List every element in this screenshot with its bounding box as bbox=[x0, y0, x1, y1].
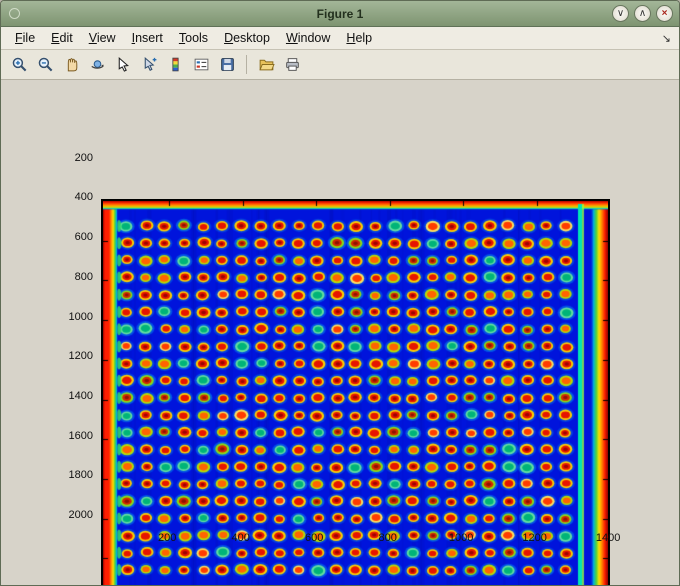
zoom-out-button[interactable] bbox=[33, 53, 57, 77]
titlebar[interactable]: Figure 1 ∨ ∧ × bbox=[1, 1, 679, 27]
y-tick-label: 1600 bbox=[68, 429, 93, 442]
colorbar-button[interactable] bbox=[163, 53, 187, 77]
y-tick-label: 400 bbox=[74, 191, 93, 204]
dock-figure-icon[interactable]: ↘ bbox=[662, 32, 671, 45]
figure-window: Figure 1 ∨ ∧ × File Edit View Insert Tools Desk… bbox=[0, 0, 680, 586]
y-tick-label: 1200 bbox=[68, 350, 93, 363]
titlebar-buttons: ∨ ∧ × bbox=[612, 5, 673, 22]
y-tick-label: 1400 bbox=[68, 389, 93, 402]
menubar: File Edit View Insert Tools Desktop Window Help… bbox=[1, 27, 679, 50]
y-tick-label: 1000 bbox=[68, 310, 93, 323]
window-title: Figure 1 bbox=[316, 6, 364, 21]
close-button[interactable]: × bbox=[656, 5, 673, 22]
print-icon bbox=[284, 56, 301, 73]
y-tick-label: 800 bbox=[74, 270, 93, 283]
y-tick-label: 600 bbox=[74, 231, 93, 244]
menu-desktop[interactable]: Desktop bbox=[216, 29, 278, 47]
plate-image bbox=[103, 201, 608, 585]
toolbar-separator bbox=[246, 55, 247, 74]
zoom-in-button[interactable] bbox=[7, 53, 31, 77]
x-tick-label: 400 bbox=[231, 532, 250, 544]
pan-button[interactable] bbox=[59, 53, 83, 77]
x-tick-label: 800 bbox=[378, 532, 397, 544]
rotate-3d-icon bbox=[89, 56, 106, 73]
plot-axes bbox=[101, 199, 610, 585]
open-button[interactable] bbox=[254, 53, 278, 77]
menu-insert[interactable]: Insert bbox=[124, 29, 171, 47]
pan-icon bbox=[63, 56, 80, 73]
rotate-3d-button[interactable] bbox=[85, 53, 109, 77]
data-cursor-icon bbox=[115, 56, 132, 73]
zoom-out-icon bbox=[37, 56, 54, 73]
x-tick-label: 600 bbox=[304, 532, 324, 544]
x-tick-label: 1000 bbox=[448, 532, 474, 544]
toolbar bbox=[1, 50, 679, 80]
menu-file[interactable]: File bbox=[7, 29, 43, 47]
y-tick-label: 2000 bbox=[68, 509, 93, 521]
x-tick-label: 1400 bbox=[595, 532, 621, 544]
zoom-in-icon bbox=[11, 56, 28, 73]
data-cursor-button[interactable] bbox=[111, 53, 135, 77]
print-button[interactable] bbox=[280, 53, 304, 77]
x-tick-label: 1200 bbox=[522, 532, 547, 544]
y-tick-label: 200 bbox=[74, 151, 93, 164]
maximize-button[interactable]: ∧ bbox=[634, 5, 651, 22]
edit-plot-button[interactable] bbox=[137, 53, 161, 77]
menu-edit[interactable]: Edit bbox=[43, 29, 81, 47]
insert-legend-button[interactable] bbox=[189, 53, 213, 77]
menu-window[interactable]: Window bbox=[278, 29, 338, 47]
insert-legend-icon bbox=[193, 56, 210, 73]
edit-plot-icon bbox=[141, 56, 158, 73]
shade-button[interactable]: ∨ bbox=[612, 5, 629, 22]
save-icon bbox=[219, 56, 236, 73]
menu-help[interactable]: Help bbox=[338, 29, 380, 47]
menu-tools[interactable]: Tools bbox=[171, 29, 216, 47]
y-tick-label: 1800 bbox=[68, 469, 93, 482]
figure-canvas-area: Retry Continue / Finish 2004006008001000… bbox=[1, 81, 679, 585]
save-button[interactable] bbox=[215, 53, 239, 77]
open-icon bbox=[258, 56, 275, 73]
colorbar-icon bbox=[167, 56, 184, 73]
menu-view[interactable]: View bbox=[81, 29, 124, 47]
x-tick-label: 200 bbox=[157, 532, 177, 544]
